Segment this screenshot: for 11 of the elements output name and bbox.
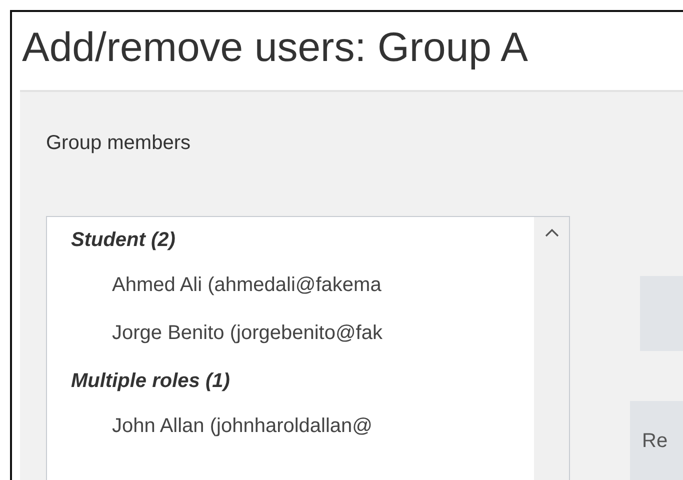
role-heading: Student (2) [71,228,176,253]
list-label: Group members [46,132,192,156]
member-option[interactable]: Ahmed Ali (ahmedali@fakema [71,268,534,316]
scroll-up-icon[interactable] [544,228,558,237]
scrollbar[interactable] [534,217,569,480]
page-title: Add/remove users: Group A [21,23,529,72]
remove-button[interactable]: Re [630,401,683,480]
member-option[interactable]: John Allan (johnharoldallan@ [71,409,534,457]
role-heading: Multiple roles (1) [71,369,231,394]
member-option[interactable]: Jorge Benito (jorgebenito@fak [71,316,534,364]
members-listbox[interactable]: Student (2) Ahmed Ali (ahmedali@fakema Jorge Benito (jorgebenito@fak Multiple roles (1) John Allan (johnharoldallan@ [46,216,570,480]
